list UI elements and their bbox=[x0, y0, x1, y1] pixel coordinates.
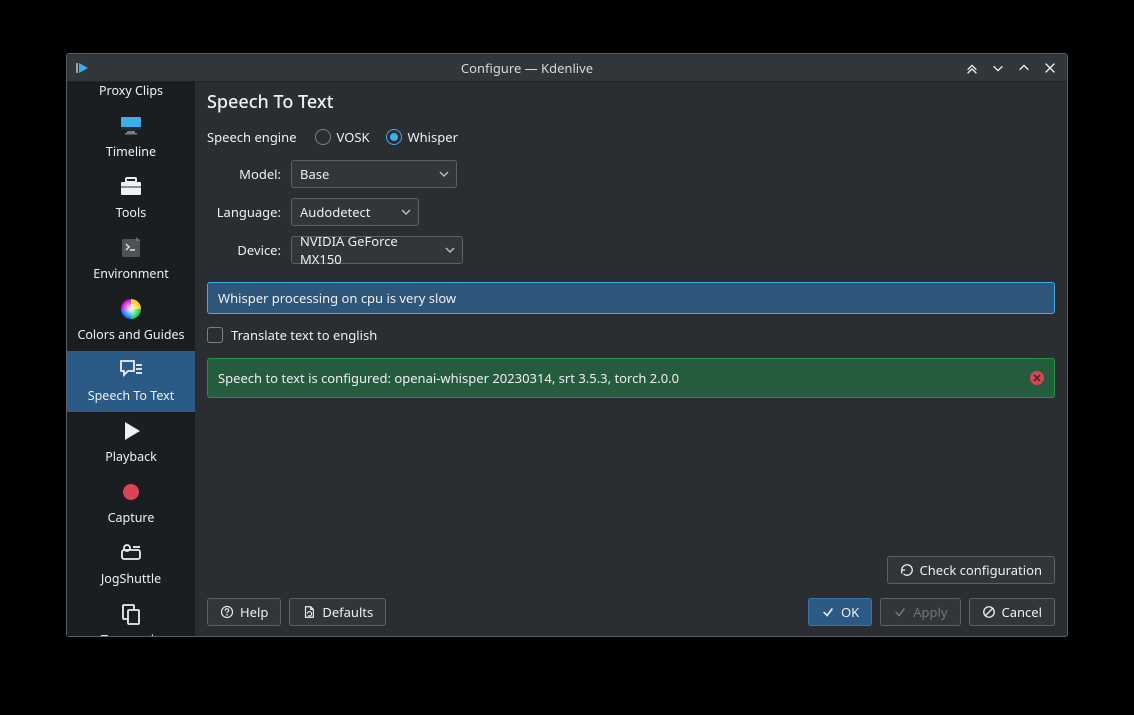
monitor-icon bbox=[118, 113, 144, 139]
status-banner-text: Speech to text is configured: openai-whi… bbox=[218, 369, 679, 387]
check-configuration-label: Check configuration bbox=[920, 561, 1043, 579]
sidebar-item-label: Capture bbox=[108, 509, 155, 526]
defaults-button[interactable]: Defaults bbox=[289, 598, 386, 626]
titlebar-controls bbox=[963, 59, 1059, 77]
engine-row: Speech engine VOSK Whisper bbox=[207, 128, 1055, 146]
radio-vosk[interactable] bbox=[315, 129, 331, 145]
sidebar-item-speech-to-text[interactable]: Speech To Text bbox=[67, 351, 195, 412]
sidebar-item-transcode[interactable]: Transcode bbox=[67, 595, 195, 636]
record-icon bbox=[118, 479, 144, 505]
language-select[interactable]: Audodetect bbox=[291, 198, 419, 226]
document-reset-icon bbox=[302, 605, 316, 619]
sidebar-item-label: Speech To Text bbox=[88, 387, 175, 404]
close-button[interactable] bbox=[1041, 59, 1059, 77]
cancel-button[interactable]: Cancel bbox=[969, 598, 1055, 626]
color-wheel-icon bbox=[118, 296, 144, 322]
device-row: Device: NVIDIA GeForce MX150 bbox=[207, 236, 1055, 264]
translate-checkbox[interactable] bbox=[207, 327, 223, 343]
sidebar-item-timeline[interactable]: Timeline bbox=[67, 107, 195, 168]
briefcase-icon bbox=[118, 174, 144, 200]
cancel-label: Cancel bbox=[1002, 603, 1042, 621]
device-label: Device: bbox=[207, 241, 281, 259]
sidebar: Proxy Clips Timeline Tools Environment bbox=[67, 82, 195, 636]
sidebar-item-capture[interactable]: Capture bbox=[67, 473, 195, 534]
cancel-icon bbox=[982, 605, 996, 619]
configure-window: Configure — Kdenlive Proxy Clips bbox=[66, 53, 1068, 637]
device-select[interactable]: NVIDIA GeForce MX150 bbox=[291, 236, 463, 264]
radio-vosk-label: VOSK bbox=[337, 128, 370, 146]
chevron-down-icon bbox=[444, 244, 456, 256]
device-value: NVIDIA GeForce MX150 bbox=[300, 232, 438, 268]
info-banner-text: Whisper processing on cpu is very slow bbox=[218, 289, 456, 307]
model-label: Model: bbox=[207, 165, 281, 183]
speech-to-text-icon bbox=[118, 357, 144, 383]
sidebar-item-label: Proxy Clips bbox=[99, 82, 163, 99]
speech-engine-label: Speech engine bbox=[207, 128, 297, 146]
sidebar-item-tools[interactable]: Tools bbox=[67, 168, 195, 229]
translate-label: Translate text to english bbox=[231, 326, 377, 344]
sidebar-item-label: Timeline bbox=[106, 143, 156, 160]
sidebar-item-label: JogShuttle bbox=[101, 570, 161, 587]
page-title: Speech To Text bbox=[207, 90, 1055, 114]
titlebar: Configure — Kdenlive bbox=[67, 54, 1067, 82]
sidebar-item-environment[interactable]: Environment bbox=[67, 229, 195, 290]
status-banner: Speech to text is configured: openai-whi… bbox=[207, 358, 1055, 398]
translate-row: Translate text to english bbox=[207, 326, 1055, 344]
language-row: Language: Audodetect bbox=[207, 198, 1055, 226]
close-banner-button[interactable] bbox=[1030, 371, 1044, 385]
chevron-down-icon bbox=[438, 168, 450, 180]
maximize-button[interactable] bbox=[1015, 59, 1033, 77]
refresh-icon bbox=[900, 563, 914, 577]
jogshuttle-icon bbox=[118, 540, 144, 566]
shade-button[interactable] bbox=[963, 59, 981, 77]
sidebar-item-label: Playback bbox=[105, 448, 157, 465]
title-text: Configure — Kdenlive bbox=[91, 59, 963, 77]
check-icon bbox=[821, 605, 835, 619]
sidebar-item-proxy-clips[interactable]: Proxy Clips bbox=[67, 82, 195, 107]
check-icon bbox=[893, 605, 907, 619]
check-config-row: Check configuration bbox=[207, 556, 1055, 584]
app-icon bbox=[75, 60, 91, 76]
bottom-button-row: Help Defaults OK Apply bbox=[207, 598, 1055, 626]
copy-icon bbox=[118, 601, 144, 627]
play-icon bbox=[118, 418, 144, 444]
model-select[interactable]: Base bbox=[291, 160, 457, 188]
language-value: Audodetect bbox=[300, 203, 371, 221]
apply-button[interactable]: Apply bbox=[880, 598, 960, 626]
ok-label: OK bbox=[841, 603, 859, 621]
help-label: Help bbox=[240, 603, 268, 621]
check-configuration-button[interactable]: Check configuration bbox=[887, 556, 1056, 584]
radio-whisper-label: Whisper bbox=[408, 128, 458, 146]
defaults-label: Defaults bbox=[322, 603, 373, 621]
main-content: Speech To Text Speech engine VOSK Whispe… bbox=[195, 82, 1067, 636]
window-body: Proxy Clips Timeline Tools Environment bbox=[67, 82, 1067, 636]
terminal-icon bbox=[118, 235, 144, 261]
minimize-button[interactable] bbox=[989, 59, 1007, 77]
sidebar-item-playback[interactable]: Playback bbox=[67, 412, 195, 473]
sidebar-item-label: Colors and Guides bbox=[77, 326, 184, 343]
help-icon bbox=[220, 605, 234, 619]
sidebar-item-label: Tools bbox=[116, 204, 146, 221]
sidebar-item-jogshuttle[interactable]: JogShuttle bbox=[67, 534, 195, 595]
chevron-down-icon bbox=[400, 206, 412, 218]
language-label: Language: bbox=[207, 203, 281, 221]
ok-button[interactable]: OK bbox=[808, 598, 872, 626]
apply-label: Apply bbox=[913, 603, 947, 621]
info-banner: Whisper processing on cpu is very slow bbox=[207, 282, 1055, 314]
model-value: Base bbox=[300, 165, 329, 183]
sidebar-item-label: Transcode bbox=[101, 631, 161, 636]
radio-whisper[interactable] bbox=[386, 129, 402, 145]
sidebar-item-label: Environment bbox=[93, 265, 168, 282]
sidebar-item-colors-and-guides[interactable]: Colors and Guides bbox=[67, 290, 195, 351]
model-row: Model: Base bbox=[207, 160, 1055, 188]
help-button[interactable]: Help bbox=[207, 598, 281, 626]
